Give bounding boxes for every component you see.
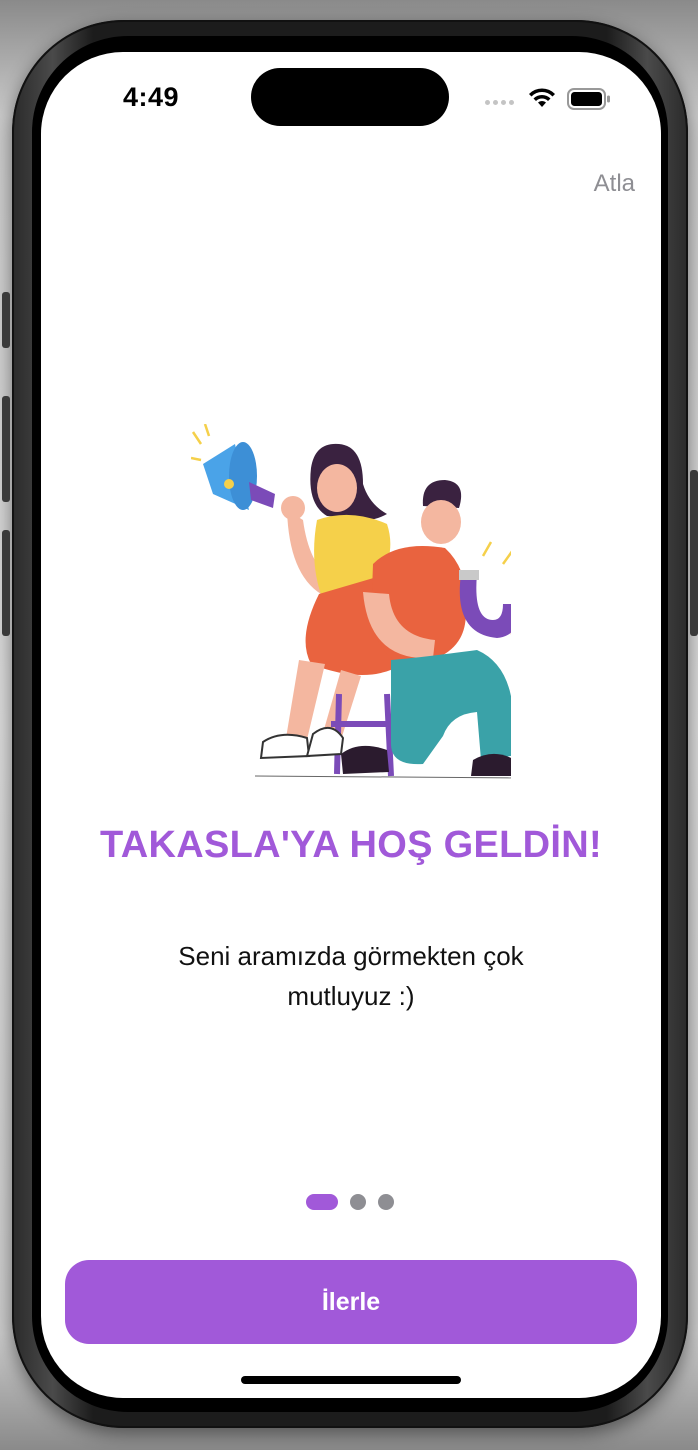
page-dot [350,1194,366,1210]
page-dot [378,1194,394,1210]
onboarding-title: TAKASLA'YA HOŞ GELDİN! [100,824,602,866]
dynamic-island [251,68,449,126]
status-time: 4:49 [123,82,180,112]
volume-down-button [2,530,10,636]
page-dot-active [306,1194,338,1210]
page-indicator [306,1194,394,1210]
onboarding-subtitle: Seni aramızda görmekten çok mutluyuz :) [178,941,524,1011]
wifi-icon [529,88,555,107]
battery-icon [567,88,610,110]
home-indicator [241,1376,461,1384]
screen: 4:49 Atla TAKASLA'YA HOŞ GELDİN! Seni ar… [41,52,661,1398]
action-button [2,292,10,348]
cellular-signal-icon [485,100,514,105]
next-button[interactable]: İlerle [65,1260,637,1344]
power-button [690,470,698,636]
skip-button[interactable]: Atla [594,170,635,198]
onboarding-illustration [191,424,511,779]
megaphone-icon [191,424,275,510]
volume-up-button [2,396,10,502]
